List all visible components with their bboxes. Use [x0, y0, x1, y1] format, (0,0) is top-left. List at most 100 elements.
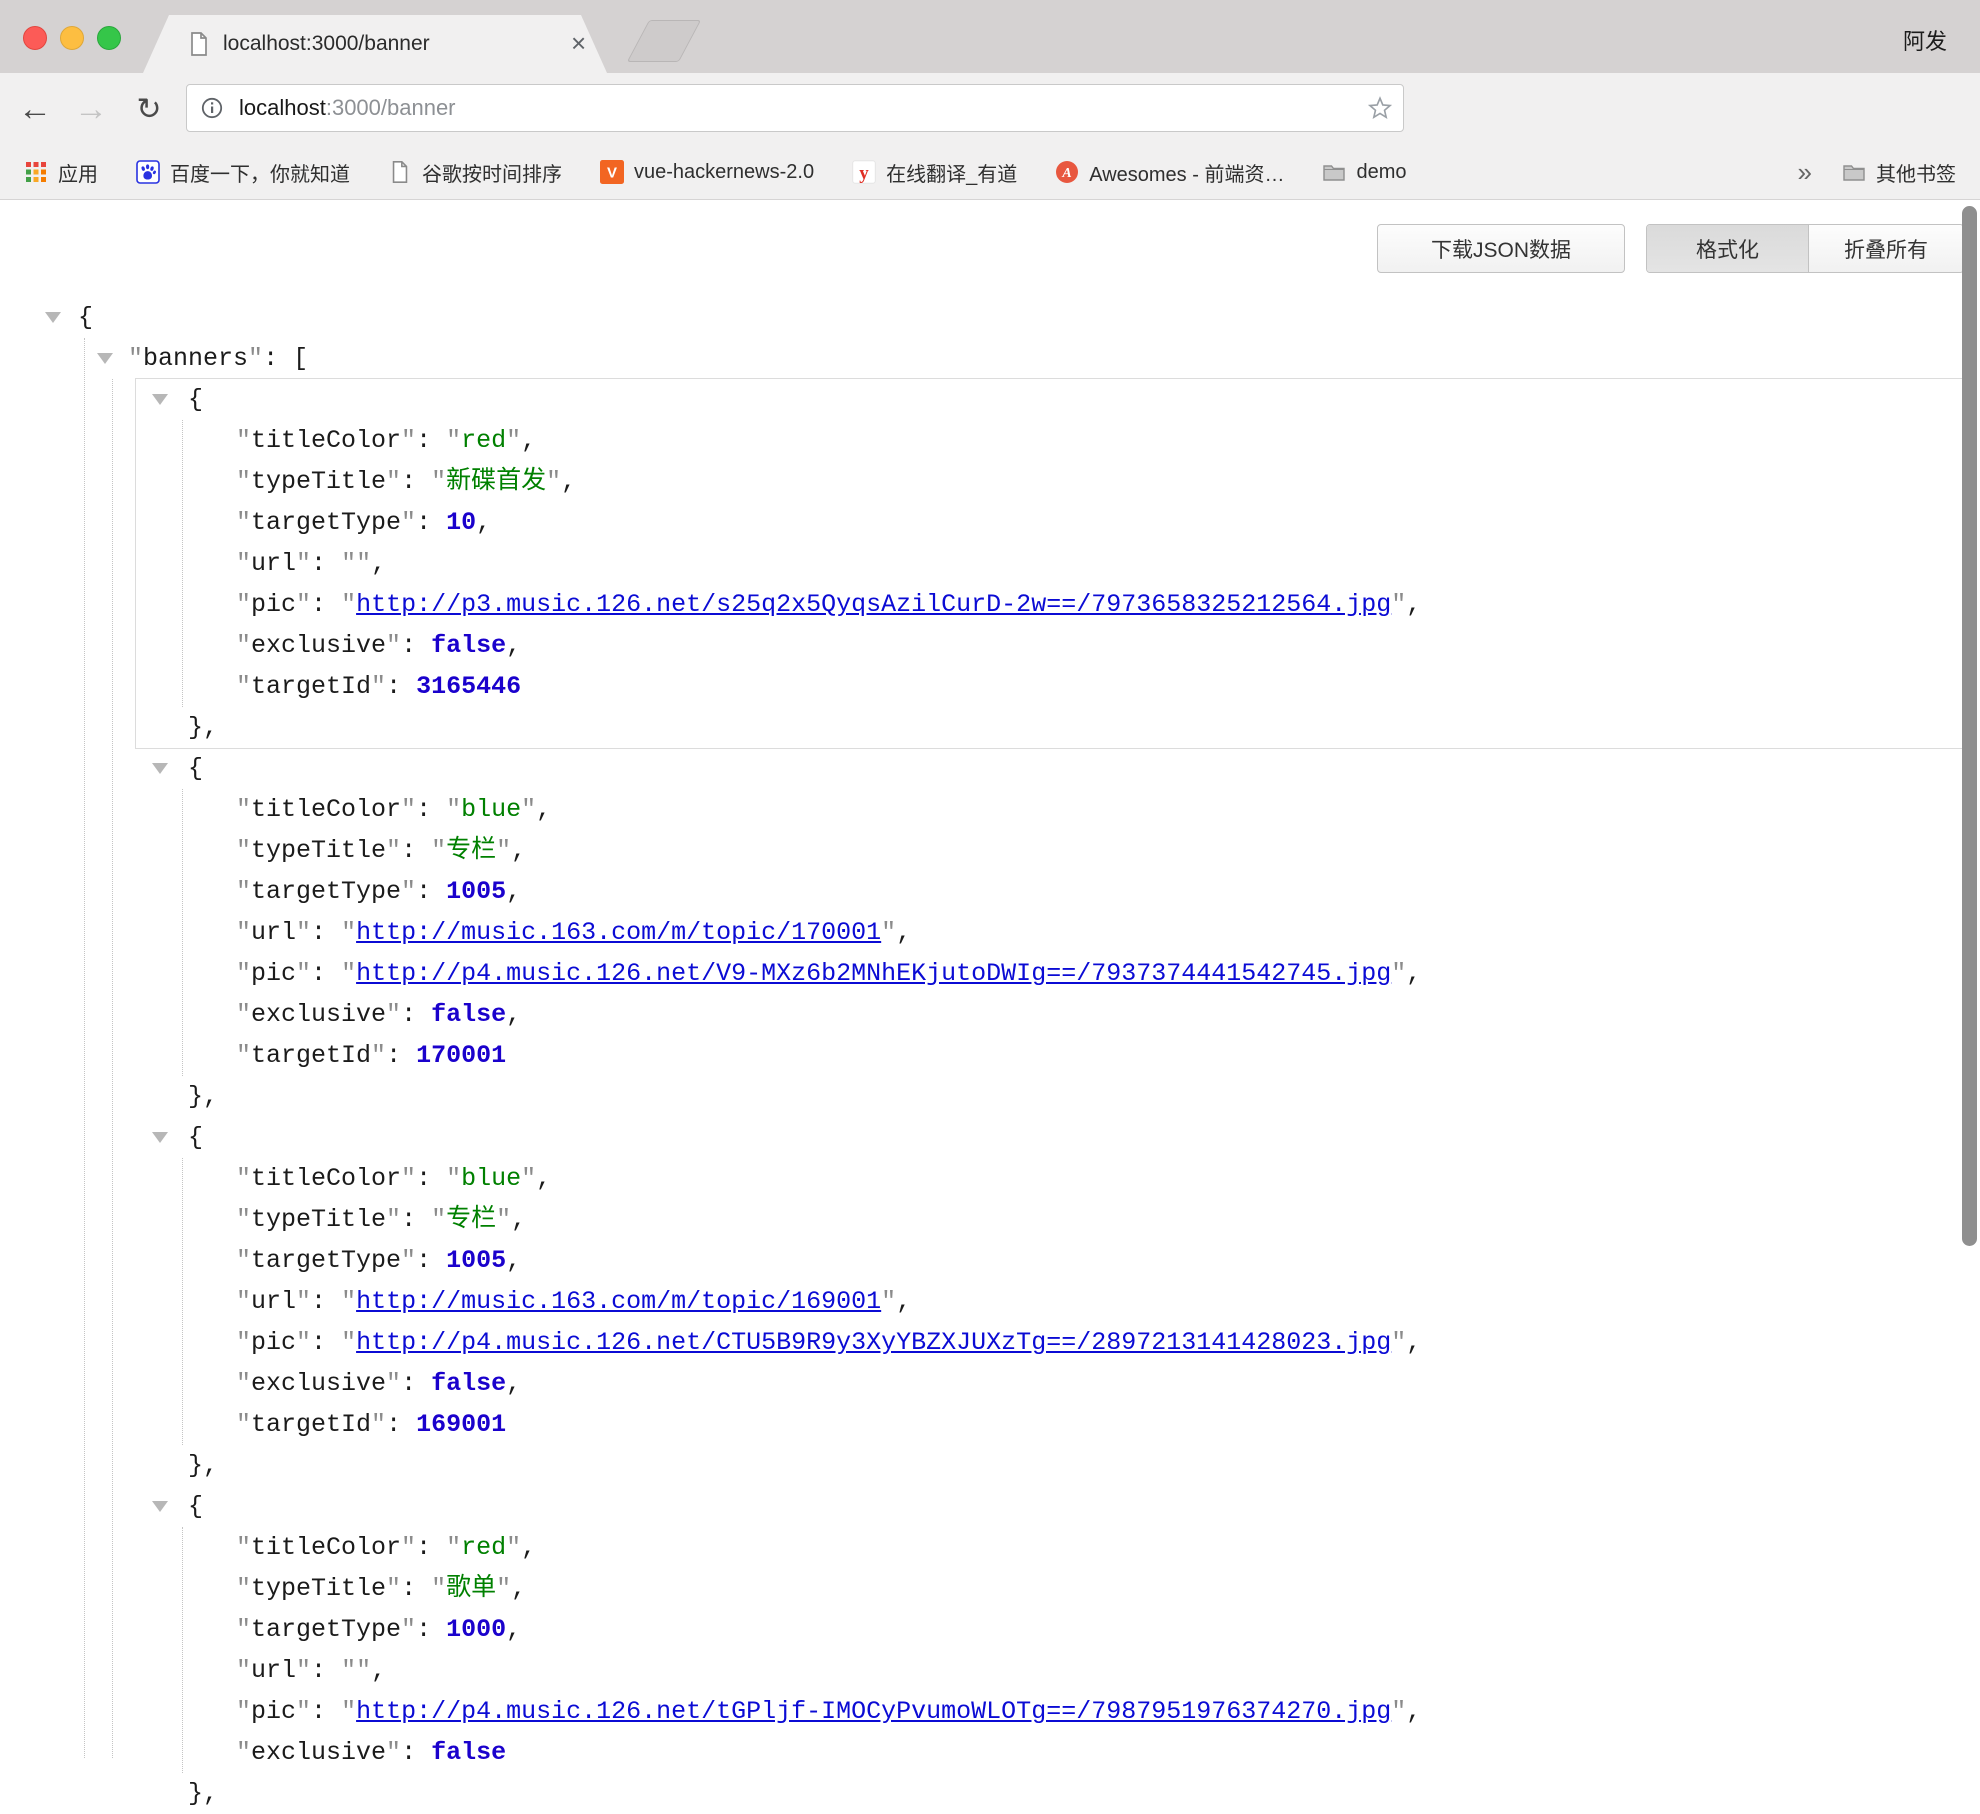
bookmarks-bar: 应用 百度一下，你就知道 谷歌按时间排序 Vvue-hackernews-2.0 y 在线… — [0, 145, 1980, 200]
json-line: "url": "", — [136, 1650, 1963, 1691]
bookmark-label: 在线翻译_有道 — [886, 158, 1017, 187]
info-circle-icon[interactable] — [200, 96, 224, 120]
json-link[interactable]: http://music.163.com/m/topic/169001 — [356, 1287, 881, 1316]
youdao-icon: y — [852, 160, 876, 184]
other-bookmarks-folder[interactable]: 其他书签 — [1842, 158, 1956, 187]
page-favicon-icon — [187, 31, 211, 57]
window-zoom-button[interactable] — [97, 26, 121, 50]
json-line: "titleColor": "blue", — [136, 789, 1963, 830]
json-line: "targetType": 1000, — [136, 1609, 1963, 1650]
bookmarks-overflow-icon[interactable]: » — [1798, 157, 1812, 188]
collapse-all-button[interactable]: 折叠所有 — [1808, 225, 1963, 272]
json-link[interactable]: http://p4.music.126.net/CTU5B9R9y3XyYBZX… — [356, 1328, 1391, 1357]
bookmark-item[interactable]: 谷歌按时间排序 — [388, 158, 562, 187]
json-line: "url": "http://music.163.com/m/topic/170… — [136, 912, 1963, 953]
json-line: "targetId": 3165446 — [136, 666, 1963, 707]
json-line: "pic": "http://p3.music.126.net/s25q2x5Q… — [136, 584, 1963, 625]
json-link[interactable]: http://music.163.com/m/topic/170001 — [356, 918, 881, 947]
baidu-paw-icon — [136, 160, 160, 184]
collapse-triangle-icon[interactable] — [97, 353, 113, 364]
tab-title: localhost:3000/banner — [223, 30, 430, 58]
svg-text:A: A — [1062, 166, 1072, 181]
view-mode-button-group: 格式化 折叠所有 — [1646, 224, 1964, 273]
json-line: "exclusive": false, — [136, 625, 1963, 666]
bookmark-label: 谷歌按时间排序 — [422, 158, 562, 187]
json-object-block: {"titleColor": "blue","typeTitle": "专栏",… — [136, 1117, 1963, 1486]
json-line: }, — [136, 1076, 1963, 1117]
svg-text:V: V — [607, 165, 617, 182]
bookmark-item[interactable]: demo — [1322, 160, 1406, 184]
bookmark-label: 百度一下，你就知道 — [170, 158, 350, 187]
json-line: "titleColor": "red", — [136, 420, 1963, 461]
reload-icon[interactable]: ↻ — [126, 73, 172, 145]
profile-name[interactable]: 阿发 — [1903, 24, 1947, 56]
forward-arrow-icon[interactable]: → — [68, 73, 114, 145]
json-line: { — [0, 297, 1980, 338]
window-close-button[interactable] — [23, 26, 47, 50]
json-line: "targetType": 10, — [136, 502, 1963, 543]
awesomes-icon: A — [1055, 160, 1079, 184]
json-link[interactable]: http://p4.music.126.net/tGPljf-IMOCyPvum… — [356, 1697, 1391, 1726]
json-line: "pic": "http://p4.music.126.net/tGPljf-I… — [136, 1691, 1963, 1732]
json-line: "titleColor": "red", — [136, 1527, 1963, 1568]
json-object-block: {"titleColor": "blue","typeTitle": "专栏",… — [136, 748, 1963, 1117]
url-text: localhost:3000/banner — [239, 95, 456, 121]
format-button[interactable]: 格式化 — [1647, 225, 1808, 272]
json-line: "typeTitle": "专栏", — [136, 1199, 1963, 1240]
back-arrow-icon[interactable]: ← — [12, 73, 58, 145]
address-bar[interactable]: localhost:3000/banner — [186, 84, 1404, 132]
json-line: "exclusive": false, — [136, 1363, 1963, 1404]
json-line: "url": "", — [136, 543, 1963, 584]
svg-text:y: y — [859, 163, 869, 184]
json-line: "pic": "http://p4.music.126.net/V9-MXz6b… — [136, 953, 1963, 994]
folder-icon — [1322, 160, 1346, 184]
json-line: }, — [136, 707, 1963, 748]
vue-orange-icon: V — [600, 160, 624, 184]
download-json-button[interactable]: 下载JSON数据 — [1377, 224, 1625, 273]
json-line: "url": "http://music.163.com/m/topic/169… — [136, 1281, 1963, 1322]
collapse-triangle-icon[interactable] — [152, 763, 168, 774]
collapse-triangle-icon[interactable] — [152, 394, 168, 405]
json-link[interactable]: http://p3.music.126.net/s25q2x5QyqsAzilC… — [356, 590, 1391, 619]
json-viewer: {"banners": [{"titleColor": "red","typeT… — [0, 297, 1980, 1814]
bookmark-item[interactable]: A Awesomes - 前端资… — [1055, 158, 1284, 187]
page-icon — [388, 160, 412, 184]
json-line: { — [136, 379, 1963, 420]
folder-icon — [1842, 160, 1866, 184]
json-line: "exclusive": false — [136, 1732, 1963, 1773]
json-line: { — [136, 1117, 1963, 1158]
bookmark-label: Awesomes - 前端资… — [1089, 158, 1284, 187]
json-line: "exclusive": false, — [136, 994, 1963, 1035]
apps-grid-icon — [24, 160, 48, 184]
bookmark-label: 应用 — [58, 158, 98, 187]
json-line: "pic": "http://p4.music.126.net/CTU5B9R9… — [136, 1322, 1963, 1363]
json-line: "targetType": 1005, — [136, 1240, 1963, 1281]
json-line: }, — [136, 1773, 1963, 1814]
browser-tab[interactable]: localhost:3000/banner × — [143, 15, 607, 73]
vertical-scrollbar-thumb[interactable] — [1962, 206, 1977, 1246]
json-line: "targetType": 1005, — [136, 871, 1963, 912]
bookmark-item[interactable]: 百度一下，你就知道 — [136, 158, 350, 187]
window-minimize-button[interactable] — [60, 26, 84, 50]
bookmark-label: vue-hackernews-2.0 — [634, 161, 814, 184]
other-bookmarks-label: 其他书签 — [1876, 158, 1956, 187]
collapse-triangle-icon[interactable] — [152, 1132, 168, 1143]
bookmark-label: demo — [1356, 161, 1406, 184]
json-line: { — [136, 1486, 1963, 1527]
json-line: }, — [136, 1445, 1963, 1486]
json-line: "titleColor": "blue", — [136, 1158, 1963, 1199]
bookmark-item[interactable]: Vvue-hackernews-2.0 — [600, 160, 814, 184]
collapse-triangle-icon[interactable] — [152, 1501, 168, 1512]
tab-close-icon[interactable]: × — [571, 28, 586, 59]
json-line: { — [136, 748, 1963, 789]
bookmark-star-icon[interactable] — [1367, 95, 1393, 121]
json-line: "targetId": 170001 — [136, 1035, 1963, 1076]
collapse-triangle-icon[interactable] — [45, 312, 61, 323]
json-line: "typeTitle": "新碟首发", — [136, 461, 1963, 502]
new-tab-button[interactable] — [627, 20, 701, 62]
json-link[interactable]: http://p4.music.126.net/V9-MXz6b2MNhEKju… — [356, 959, 1391, 988]
json-line: "targetId": 169001 — [136, 1404, 1963, 1445]
tab-strip: localhost:3000/banner × 阿发 — [0, 0, 1980, 73]
bookmark-item[interactable]: y 在线翻译_有道 — [852, 158, 1017, 187]
bookmark-item[interactable]: 应用 — [24, 158, 98, 187]
